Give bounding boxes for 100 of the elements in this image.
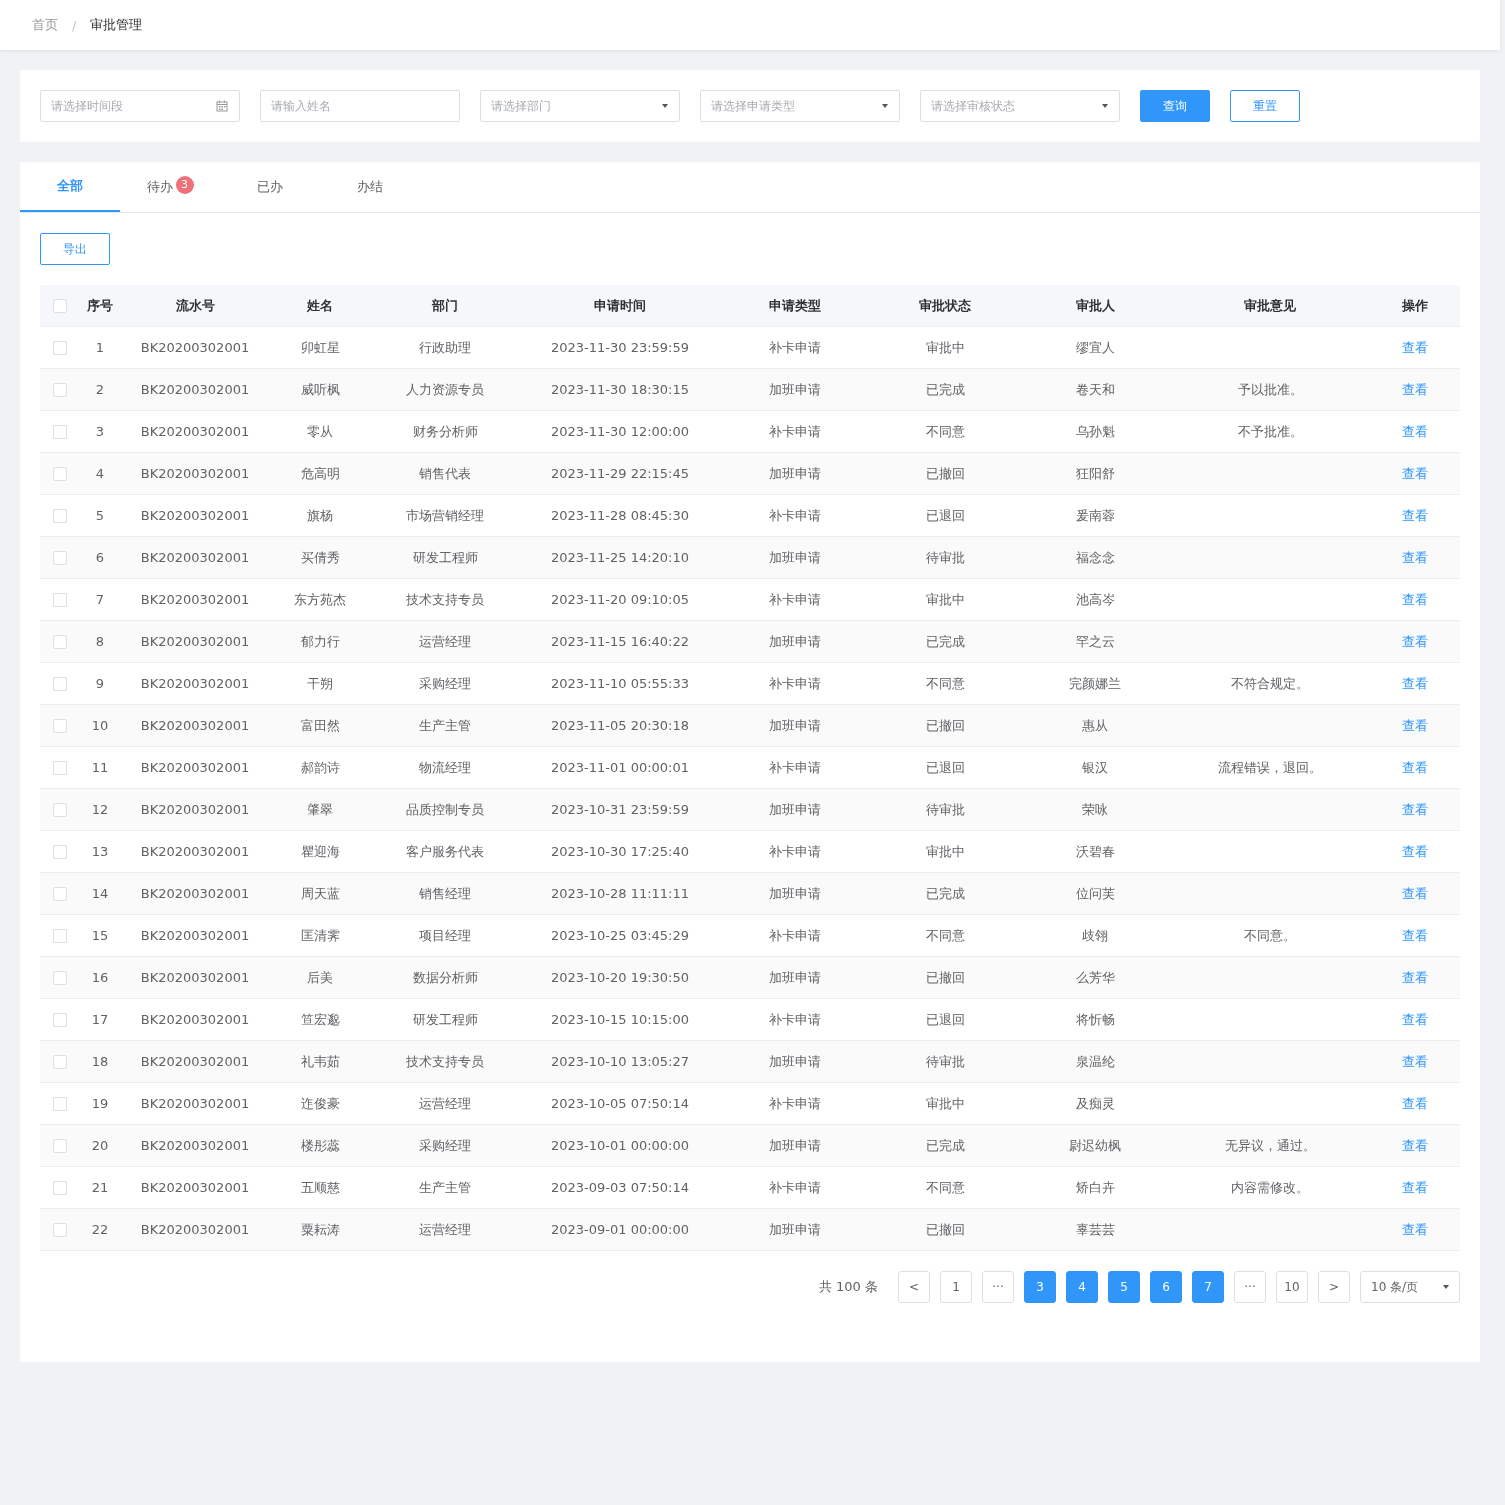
export-button[interactable]: 导出 — [40, 233, 110, 265]
view-link[interactable]: 查看 — [1402, 423, 1428, 439]
row-checkbox[interactable] — [53, 425, 67, 440]
opinion-cell: 无异议，通过。 — [1224, 1137, 1316, 1153]
view-link[interactable]: 查看 — [1402, 549, 1428, 565]
view-link[interactable]: 查看 — [1402, 927, 1428, 943]
time-cell: 2023-10-01 00:00:00 — [550, 1138, 690, 1153]
search-button[interactable]: 查询 — [1140, 90, 1210, 122]
view-link[interactable]: 查看 — [1402, 759, 1428, 775]
row-checkbox[interactable] — [53, 803, 67, 818]
view-link[interactable]: 查看 — [1402, 1137, 1428, 1153]
total-count: 共 100 条 — [818, 1278, 878, 1296]
time-cell: 2023-11-30 18:30:15 — [550, 382, 690, 397]
caret-icon — [882, 104, 888, 108]
page-button[interactable]: 3 — [1024, 1271, 1056, 1303]
view-link[interactable]: 查看 — [1402, 633, 1428, 649]
view-link[interactable]: 查看 — [1402, 465, 1428, 481]
page-button[interactable]: 10 — [1276, 1271, 1308, 1303]
type-cell: 加班申请 — [769, 969, 821, 985]
row-checkbox[interactable] — [53, 341, 67, 356]
more-pages-button[interactable]: ··· — [982, 1271, 1014, 1303]
approver-cell: 乌孙魁 — [1075, 423, 1115, 439]
row-checkbox[interactable] — [53, 1139, 67, 1154]
view-link[interactable]: 查看 — [1402, 1011, 1428, 1027]
row-checkbox[interactable] — [53, 551, 67, 566]
view-link[interactable]: 查看 — [1402, 1053, 1428, 1069]
row-checkbox[interactable] — [53, 1181, 67, 1196]
name-cell: 买倩秀 — [300, 549, 340, 565]
page-button[interactable]: 6 — [1150, 1271, 1182, 1303]
select-field[interactable]: 请选择申请类型 — [700, 90, 900, 122]
view-link[interactable]: 查看 — [1402, 801, 1428, 817]
approver-cell: 银汉 — [1082, 759, 1108, 775]
name-cell: 旗杨 — [307, 507, 333, 523]
status-cell: 已撤回 — [925, 717, 965, 733]
row-checkbox[interactable] — [53, 845, 67, 860]
page-button[interactable]: 4 — [1066, 1271, 1098, 1303]
view-link[interactable]: 查看 — [1402, 1179, 1428, 1195]
name-input[interactable]: 请输入姓名 — [260, 90, 460, 122]
previous-page-button[interactable]: < — [898, 1271, 930, 1303]
row-checkbox[interactable] — [53, 719, 67, 734]
row-checkbox[interactable] — [53, 887, 67, 902]
name-cell: 笪宏邈 — [300, 1011, 340, 1027]
name-cell: 迮俊豪 — [300, 1095, 340, 1111]
row-checkbox[interactable] — [53, 467, 67, 482]
next-page-button[interactable]: > — [1318, 1271, 1350, 1303]
page-size-select[interactable]: 10 条/页 — [1360, 1271, 1460, 1303]
page-button[interactable]: 5 — [1108, 1271, 1140, 1303]
row-checkbox[interactable] — [53, 971, 67, 986]
tab[interactable]: 待办 3 — [120, 162, 220, 212]
row-checkbox[interactable] — [53, 1013, 67, 1028]
column-header: 序号 — [87, 297, 113, 313]
date-range-field[interactable]: 请选择时间段 — [40, 90, 240, 122]
serial-cell: BK20200302001 — [140, 1096, 250, 1111]
department-cell: 采购经理 — [419, 1137, 471, 1153]
view-link[interactable]: 查看 — [1402, 381, 1428, 397]
select-all-checkbox[interactable] — [53, 299, 67, 314]
row-checkbox[interactable] — [53, 509, 67, 524]
status-cell: 已撤回 — [925, 969, 965, 985]
row-checkbox[interactable] — [53, 761, 67, 776]
view-link[interactable]: 查看 — [1402, 717, 1428, 733]
tab[interactable]: 已办 — [220, 162, 320, 212]
view-link[interactable]: 查看 — [1402, 1221, 1428, 1237]
index-cell: 5 — [95, 508, 105, 523]
reset-button[interactable]: 重置 — [1230, 90, 1300, 122]
breadcrumb-item[interactable]: 首页 — [32, 16, 58, 34]
time-cell: 2023-10-30 17:25:40 — [550, 844, 690, 859]
serial-cell: BK20200302001 — [140, 466, 250, 481]
row-checkbox[interactable] — [53, 929, 67, 944]
select-field[interactable]: 请选择审核状态 — [920, 90, 1120, 122]
row-checkbox[interactable] — [53, 593, 67, 608]
view-link[interactable]: 查看 — [1402, 843, 1428, 859]
row-checkbox[interactable] — [53, 383, 67, 398]
name-cell: 五顺慈 — [300, 1179, 340, 1195]
select-field[interactable]: 请选择部门 — [480, 90, 680, 122]
opinion-cell: 不同意。 — [1244, 927, 1296, 943]
page-button[interactable]: 7 — [1192, 1271, 1224, 1303]
view-link[interactable]: 查看 — [1402, 1095, 1428, 1111]
tab[interactable]: 全部 — [20, 162, 120, 212]
row-checkbox[interactable] — [53, 635, 67, 650]
more-pages-button[interactable]: ··· — [1234, 1271, 1266, 1303]
tab[interactable]: 办结 — [320, 162, 420, 212]
index-cell: 9 — [95, 676, 105, 691]
view-link[interactable]: 查看 — [1402, 969, 1428, 985]
view-link[interactable]: 查看 — [1402, 507, 1428, 523]
count-badge: 3 — [175, 175, 194, 194]
view-link[interactable]: 查看 — [1402, 591, 1428, 607]
row-checkbox[interactable] — [53, 1055, 67, 1070]
view-link[interactable]: 查看 — [1402, 339, 1428, 355]
opinion-cell: 不予批准。 — [1237, 423, 1303, 439]
row-checkbox[interactable] — [53, 1097, 67, 1112]
type-cell: 加班申请 — [769, 801, 821, 817]
serial-cell: BK20200302001 — [140, 844, 250, 859]
column-header: 审批人 — [1075, 297, 1115, 313]
page-button[interactable]: 1 — [940, 1271, 972, 1303]
row-checkbox[interactable] — [53, 677, 67, 692]
time-cell: 2023-11-05 20:30:18 — [550, 718, 690, 733]
row-checkbox[interactable] — [53, 1223, 67, 1238]
view-link[interactable]: 查看 — [1402, 885, 1428, 901]
view-link[interactable]: 查看 — [1402, 675, 1428, 691]
department-cell: 数据分析师 — [412, 969, 478, 985]
